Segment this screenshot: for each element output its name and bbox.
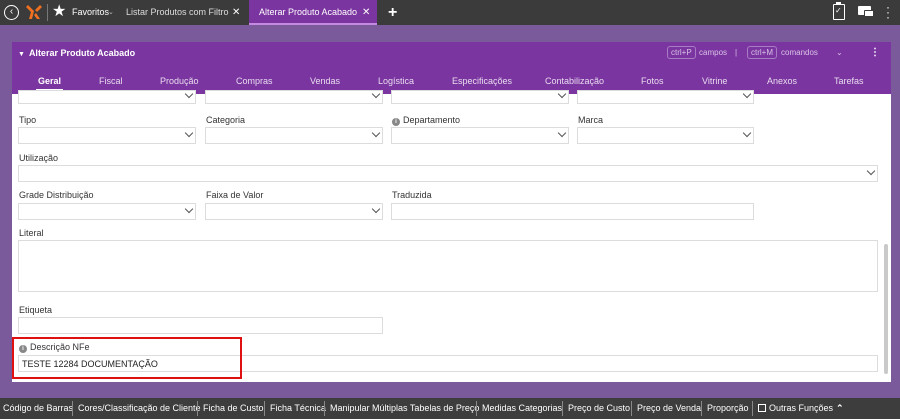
- shortcut-fields-key: ctrl+P: [667, 46, 696, 59]
- faixa-valor-select[interactable]: [205, 203, 383, 220]
- close-icon[interactable]: ✕: [362, 0, 370, 25]
- panel-header: ▼ Alterar Produto Acabado ctrl+P campos |…: [12, 42, 891, 94]
- departamento-label: i Departamento: [392, 115, 460, 126]
- chat-icon-back: [864, 10, 874, 17]
- tab-alterar-produto[interactable]: Alterar Produto Acabado ✕: [249, 0, 377, 25]
- traduzida-input[interactable]: [391, 203, 754, 220]
- info-icon[interactable]: i: [392, 118, 400, 126]
- faixa-valor-label: Faixa de Valor: [206, 190, 264, 200]
- separator: [324, 401, 325, 416]
- separator: [47, 4, 48, 21]
- preco-venda-button[interactable]: Preço de Venda: [637, 398, 701, 419]
- tab-contabilizacao[interactable]: Contabilização: [545, 76, 604, 86]
- bottom-toolbar: Código de Barras Cores/Classificação de …: [0, 398, 900, 419]
- shortcut-fields-label: campos: [699, 48, 728, 57]
- more-vertical-icon[interactable]: ⋮: [870, 47, 880, 58]
- tipo-select[interactable]: [18, 127, 196, 144]
- tab-listar-produtos[interactable]: Listar Produtos com Filtro ✕: [122, 0, 247, 25]
- panel-title-text: Alterar Produto Acabado: [28, 48, 136, 58]
- separator: [264, 401, 265, 416]
- top-bar: ‹ ★ Favoritos ⌄ Listar Produtos com Filt…: [0, 0, 900, 25]
- etiqueta-input[interactable]: [18, 317, 383, 334]
- etiqueta-label: Etiqueta: [19, 305, 53, 315]
- tipo-label: Tipo: [19, 115, 37, 125]
- separator: [562, 401, 563, 416]
- tab-logistica[interactable]: Logística: [378, 76, 414, 86]
- tab-vitrine[interactable]: Vitrine: [702, 76, 727, 86]
- grade-distribuicao-label: Grade Distribuição: [19, 190, 94, 200]
- separator: [197, 401, 198, 416]
- favorites-star-icon[interactable]: ★: [52, 3, 66, 21]
- more-vertical-icon[interactable]: · · ·: [886, 1, 890, 23]
- outras-funcoes-label: Outras Funções: [769, 403, 834, 413]
- select-field[interactable]: [391, 89, 569, 104]
- categoria-label: Categoria: [206, 115, 246, 125]
- literal-label: Literal: [19, 228, 44, 238]
- ficha-tecnica-button[interactable]: Ficha Técnica: [270, 398, 326, 419]
- panel-title[interactable]: ▼ Alterar Produto Acabado: [18, 48, 135, 58]
- utilizacao-select[interactable]: [18, 165, 878, 182]
- tab-tarefas[interactable]: Tarefas: [834, 76, 864, 86]
- scrollbar[interactable]: [884, 244, 888, 374]
- tab-producao[interactable]: Produção: [160, 76, 199, 86]
- favorites-label[interactable]: Favoritos: [72, 7, 109, 17]
- marca-select[interactable]: [577, 127, 754, 144]
- separator: [631, 401, 632, 416]
- chevron-down-icon[interactable]: ⌄: [108, 8, 114, 16]
- tab-geral[interactable]: Geral: [35, 76, 64, 91]
- shortcut-separator: |: [735, 48, 738, 57]
- traduzida-label: Traduzida: [392, 190, 432, 200]
- utilizacao-label: Utilização: [19, 153, 59, 163]
- codigo-barras-button[interactable]: Código de Barras: [3, 398, 73, 419]
- ficha-custo-button[interactable]: Ficha de Custo: [203, 398, 264, 419]
- select-field[interactable]: [18, 89, 196, 104]
- highlight-box: [12, 337, 242, 379]
- app-logo-icon[interactable]: [26, 3, 42, 21]
- proporcao-button[interactable]: Proporção: [707, 398, 749, 419]
- chevron-up-icon: ⌃: [836, 403, 844, 413]
- tab-especificacoes[interactable]: Especificações: [452, 76, 512, 86]
- outras-funcoes-button[interactable]: Outras Funções ⌃: [758, 398, 844, 419]
- grade-distribuicao-select[interactable]: [18, 203, 196, 220]
- tab-anexos[interactable]: Anexos: [767, 76, 797, 86]
- clipboard-check-icon[interactable]: [833, 2, 845, 20]
- tab-label: Alterar Produto Acabado: [259, 7, 358, 17]
- collapse-triangle-icon[interactable]: ▼: [18, 51, 25, 58]
- external-link-icon: [758, 404, 766, 412]
- select-field[interactable]: [205, 89, 383, 104]
- tab-vendas[interactable]: Vendas: [310, 76, 340, 86]
- separator: [476, 401, 477, 416]
- tab-label: Listar Produtos com Filtro: [126, 7, 229, 17]
- separator: [752, 401, 753, 416]
- tab-fiscal[interactable]: Fiscal: [99, 76, 123, 86]
- shortcut-commands-label: comandos: [781, 48, 818, 57]
- medidas-categorias-button[interactable]: Medidas Categorias: [482, 398, 562, 419]
- marca-label: Marca: [578, 115, 604, 125]
- categoria-select[interactable]: [205, 127, 383, 144]
- literal-textarea[interactable]: [18, 240, 878, 292]
- cores-classificacao-button[interactable]: Cores/Classificação de Cliente: [78, 398, 201, 419]
- back-icon[interactable]: ‹: [4, 5, 19, 20]
- add-tab-icon[interactable]: +: [388, 4, 397, 21]
- shortcut-commands-key: ctrl+M: [747, 46, 777, 59]
- departamento-select[interactable]: [391, 127, 569, 144]
- separator: [701, 401, 702, 416]
- tab-fotos[interactable]: Fotos: [641, 76, 664, 86]
- separator: [72, 401, 73, 416]
- preco-custo-button[interactable]: Preço de Custo: [568, 398, 630, 419]
- chevron-down-icon[interactable]: ⌄: [836, 48, 843, 57]
- close-icon[interactable]: ✕: [232, 0, 240, 25]
- tab-compras[interactable]: Compras: [236, 76, 273, 86]
- manipular-tabelas-preco-button[interactable]: Manipular Múltiplas Tabelas de Preço: [330, 398, 479, 419]
- departamento-label-text: Departamento: [403, 115, 461, 125]
- select-field[interactable]: [577, 89, 754, 104]
